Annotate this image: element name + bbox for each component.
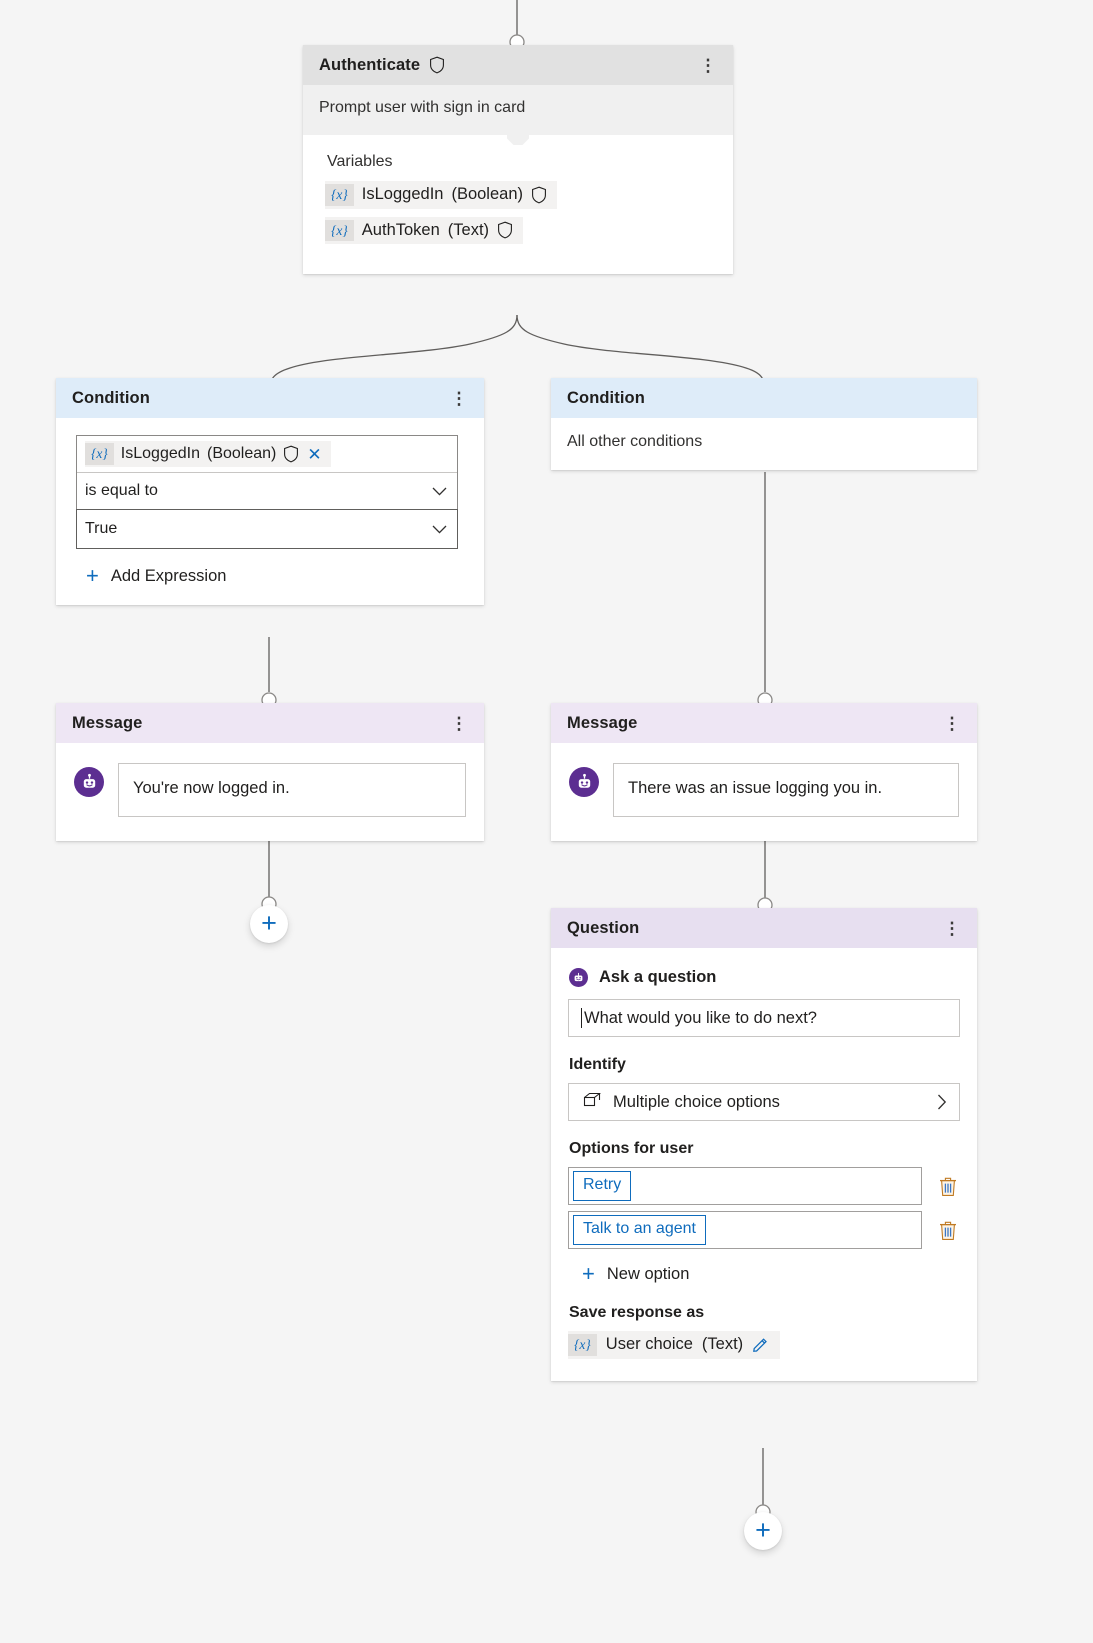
plus-icon: + — [755, 1514, 771, 1545]
question-prompt-value: What would you like to do next? — [584, 1008, 817, 1027]
option-chip[interactable]: Retry — [573, 1171, 632, 1201]
bot-icon — [569, 968, 588, 987]
node-message-success-title: Message — [72, 713, 143, 732]
more-vertical-icon[interactable]: ⋮ — [697, 51, 719, 79]
variable-chip-authtoken[interactable]: {x} AuthToken (Text) — [325, 216, 524, 244]
options-for-user-label: Options for user — [569, 1140, 694, 1157]
question-body: Ask a question What would you like to do… — [551, 948, 977, 1381]
shield-icon — [532, 186, 546, 204]
plus-icon: + — [261, 907, 277, 938]
node-message-failure-title: Message — [567, 713, 638, 732]
bot-icon — [74, 767, 104, 797]
variable-type: (Boolean) — [206, 445, 277, 462]
node-condition-else-text: All other conditions — [551, 418, 977, 470]
node-question[interactable]: Question ⋮ Ask a question What would you… — [551, 908, 977, 1381]
node-question-header: Question ⋮ — [551, 908, 977, 948]
more-vertical-icon[interactable]: ⋮ — [448, 709, 470, 737]
expression-variable-row[interactable]: {x} IsLoggedIn (Boolean) ✕ — [77, 436, 457, 473]
shield-icon — [430, 56, 445, 74]
variable-token-icon: {x} — [325, 219, 354, 241]
expression-value: True — [85, 520, 118, 537]
identify-label: Identify — [569, 1056, 626, 1073]
variable-token-icon: {x} — [85, 443, 114, 465]
add-expression-button[interactable]: + Add Expression — [86, 565, 458, 587]
condition-editor: {x} IsLoggedIn (Boolean) ✕ is equal to T… — [56, 418, 484, 605]
ask-a-question-label-row: Ask a question — [569, 968, 960, 987]
node-message-failure-header: Message ⋮ — [551, 703, 977, 743]
chevron-down-icon — [432, 487, 447, 496]
variable-name: IsLoggedIn — [361, 185, 444, 204]
text-caret — [581, 1008, 582, 1028]
close-icon[interactable]: ✕ — [306, 446, 322, 463]
identify-value: Multiple choice options — [613, 1092, 780, 1111]
variable-name: User choice — [605, 1335, 693, 1354]
node-condition-else-header: Condition — [551, 378, 977, 418]
expression-value-row[interactable]: True — [76, 509, 458, 549]
authoring-canvas: Authenticate ⋮ Prompt user with sign in … — [0, 0, 1093, 1643]
node-condition-true-title: Condition — [72, 388, 150, 407]
identify-select[interactable]: Multiple choice options — [568, 1083, 960, 1121]
trash-icon[interactable] — [936, 1217, 960, 1243]
more-vertical-icon[interactable]: ⋮ — [941, 914, 963, 942]
variables-label: Variables — [327, 153, 393, 170]
expression-stack: {x} IsLoggedIn (Boolean) ✕ is equal to T… — [76, 435, 458, 549]
option-input-retry[interactable]: Retry — [568, 1167, 922, 1205]
more-vertical-icon[interactable]: ⋮ — [448, 384, 470, 412]
node-question-title: Question — [567, 918, 640, 937]
expression-operator-value: is equal to — [85, 482, 158, 499]
option-chip[interactable]: Talk to an agent — [573, 1215, 706, 1245]
trash-icon[interactable] — [936, 1173, 960, 1199]
option-input-talk-to-an-agent[interactable]: Talk to an agent — [568, 1211, 922, 1249]
plus-icon: + — [582, 1261, 595, 1286]
node-condition-else-title: Condition — [567, 388, 645, 407]
message-success-body: You're now logged in. — [56, 743, 484, 841]
node-authenticate-subtitle: Prompt user with sign in card — [303, 85, 733, 135]
ask-a-question-label: Ask a question — [599, 968, 717, 986]
plus-icon: + — [86, 563, 99, 588]
message-success-text[interactable]: You're now logged in. — [118, 763, 466, 817]
node-message-success[interactable]: Message ⋮ You're now logged in. — [56, 703, 484, 841]
variable-type: (Text) — [701, 1335, 744, 1354]
bot-icon — [569, 767, 599, 797]
variable-chip-user-choice[interactable]: {x} User choice (Text) — [568, 1331, 781, 1359]
variable-token-icon: {x} — [568, 1334, 597, 1356]
shield-icon — [498, 221, 512, 239]
node-authenticate[interactable]: Authenticate ⋮ Prompt user with sign in … — [303, 45, 733, 274]
node-authenticate-header: Authenticate ⋮ — [303, 45, 733, 85]
expression-operator-row[interactable]: is equal to — [77, 473, 457, 510]
node-condition-else[interactable]: Condition All other conditions — [551, 378, 977, 470]
message-failure-body: There was an issue logging you in. — [551, 743, 977, 841]
save-response-as-label: Save response as — [569, 1304, 705, 1321]
message-failure-text[interactable]: There was an issue logging you in. — [613, 763, 959, 817]
pencil-icon[interactable] — [752, 1336, 769, 1353]
node-authenticate-variables: Variables {x} IsLoggedIn (Boolean) {x} A… — [303, 135, 733, 274]
chevron-down-icon — [432, 525, 447, 534]
variable-chip-isloggedin[interactable]: {x} IsLoggedIn (Boolean) — [325, 181, 557, 209]
variable-token-icon: {x} — [325, 184, 354, 206]
variable-name: AuthToken — [361, 220, 440, 239]
node-message-success-header: Message ⋮ — [56, 703, 484, 743]
node-condition-true-header: Condition ⋮ — [56, 378, 484, 418]
add-expression-label: Add Expression — [110, 566, 227, 585]
multiple-choice-icon — [583, 1091, 602, 1114]
node-condition-true[interactable]: Condition ⋮ {x} IsLoggedIn (Boolean) ✕ i… — [56, 378, 484, 605]
node-authenticate-title: Authenticate — [319, 55, 421, 74]
variable-chip-isloggedin[interactable]: {x} IsLoggedIn (Boolean) ✕ — [85, 441, 331, 467]
question-prompt-input[interactable]: What would you like to do next? — [568, 999, 960, 1037]
new-option-label: New option — [606, 1264, 690, 1283]
chevron-right-icon — [937, 1094, 947, 1110]
more-vertical-icon[interactable]: ⋮ — [941, 709, 963, 737]
add-node-button-bottom[interactable]: + — [744, 1512, 782, 1550]
node-message-failure[interactable]: Message ⋮ There was an issue logging you… — [551, 703, 977, 841]
option-row: Retry — [568, 1167, 960, 1205]
variable-type: (Text) — [447, 220, 490, 239]
shield-icon — [284, 445, 299, 463]
variable-type: (Boolean) — [451, 185, 523, 204]
node-notch — [506, 135, 530, 148]
variable-name: IsLoggedIn — [120, 445, 200, 462]
add-node-button-left[interactable]: + — [250, 905, 288, 943]
option-row: Talk to an agent — [568, 1211, 960, 1249]
new-option-button[interactable]: + New option — [582, 1263, 960, 1285]
